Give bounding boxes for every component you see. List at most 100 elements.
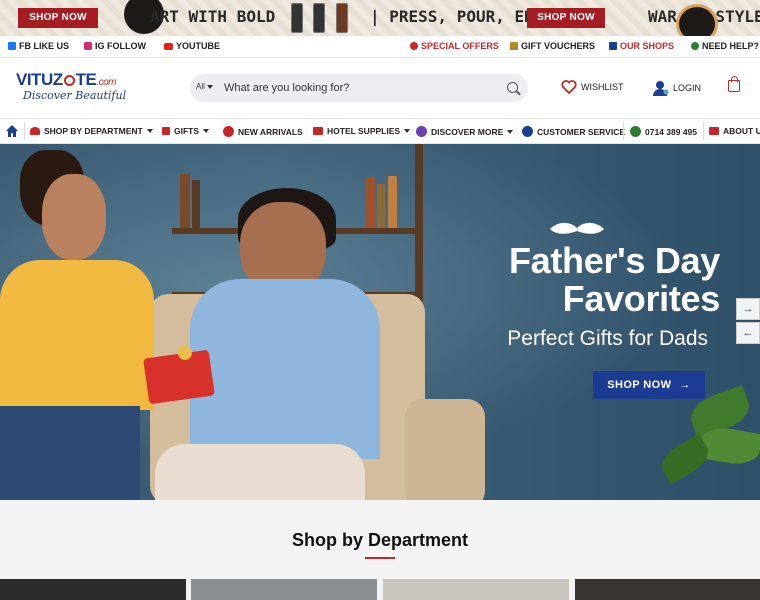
nav-about-us[interactable]: ABOUT U <box>709 126 760 136</box>
chevron-down-icon <box>146 129 153 133</box>
carousel-prev-button[interactable]: ← <box>736 322 760 344</box>
special-offers-link[interactable]: SPECIAL OFFERS <box>410 41 499 51</box>
son-jeans <box>0 406 140 500</box>
search-category-select[interactable]: All <box>196 82 214 91</box>
promo-banner[interactable]: SHOP NOW ART WITH BOLD | PRESS, POUR, EN… <box>0 0 760 36</box>
youtube-icon <box>164 42 173 50</box>
nav-discover-more[interactable]: DISCOVER MORE <box>416 126 514 137</box>
nav-divider <box>24 122 25 140</box>
arrow-right-icon: → <box>679 379 691 391</box>
search-bar: All <box>190 74 528 102</box>
book-image <box>388 176 397 228</box>
top-utility-bar: FB LIKE US IG FOLLOW YOUTUBE SPECIAL OFF… <box>0 36 760 58</box>
french-press-image <box>291 3 303 33</box>
nav-new-arrivals[interactable]: NEW ARRIVALS <box>223 126 303 137</box>
login-label: LOGIN <box>673 83 702 93</box>
logo-tagline: Discover Beautiful <box>23 89 127 102</box>
hero-title: Father's Day Favorites <box>508 240 720 319</box>
chevron-down-icon <box>404 129 411 133</box>
gift-icon <box>510 42 518 50</box>
headset-icon <box>522 126 533 137</box>
french-press-image <box>313 3 325 33</box>
our-shops-label: OUR SHOPS <box>620 41 675 51</box>
gift-icon <box>162 127 170 135</box>
need-help-link[interactable]: NEED HELP? <box>691 41 759 51</box>
info-icon <box>709 127 719 135</box>
instagram-icon <box>84 42 92 50</box>
mug-image <box>676 4 718 36</box>
phone-icon <box>630 126 641 137</box>
department-tile[interactable] <box>0 579 186 600</box>
hero-cta-label: SHOP NOW <box>607 379 672 391</box>
nav-divider <box>703 122 704 140</box>
father-shirt <box>190 279 380 459</box>
facebook-icon <box>8 42 16 50</box>
help-icon <box>691 42 699 50</box>
promo-shop-now-button-1[interactable]: SHOP NOW <box>18 8 98 28</box>
son-face <box>42 174 106 260</box>
father-trousers <box>155 444 365 500</box>
book-image <box>365 178 375 228</box>
cup-icon <box>313 127 323 135</box>
department-tile[interactable] <box>575 579 760 600</box>
shop-by-department-section: Shop by Department <box>0 500 760 600</box>
french-press-image <box>336 3 348 33</box>
heart-icon <box>561 80 577 94</box>
new-badge-icon <box>223 126 234 137</box>
site-header: VITUZTE.com Discover Beautiful All WISHL… <box>0 58 760 118</box>
hero-shop-now-button[interactable]: SHOP NOW → <box>593 371 705 399</box>
gift-ribbon-image <box>178 346 192 360</box>
youtube-link[interactable]: YOUTUBE <box>164 41 220 51</box>
user-icon <box>653 81 669 96</box>
book-image <box>180 174 190 228</box>
nav-gifts[interactable]: GIFTS <box>162 126 210 136</box>
promo-text-1: ART WITH BOLD <box>150 7 276 26</box>
logo-wordmark: VITUZ TE.com <box>16 70 117 89</box>
nav-divider <box>623 122 624 140</box>
book-image <box>377 184 385 228</box>
nav-shop-by-department[interactable]: SHOP BY DEPARTMENT <box>30 126 153 136</box>
our-shops-link[interactable]: OUR SHOPS <box>609 41 674 51</box>
wishlist-label: WISHLIST <box>581 82 624 92</box>
special-offers-label: SPECIAL OFFERS <box>421 41 499 51</box>
main-nav: SHOP BY DEPARTMENT GIFTS NEW ARRIVALS HO… <box>0 118 760 144</box>
facebook-link[interactable]: FB LIKE US <box>8 41 69 51</box>
need-help-label: NEED HELP? <box>702 41 760 51</box>
search-icon[interactable] <box>507 82 518 93</box>
wishlist-link[interactable]: WISHLIST <box>561 80 624 94</box>
site-logo[interactable]: VITUZ TE.com Discover Beautiful <box>16 70 126 102</box>
shop-icon <box>609 42 617 50</box>
sofa-image <box>405 399 485 500</box>
gift-vouchers-label: GIFT VOUCHERS <box>521 41 596 51</box>
book-image <box>192 180 200 228</box>
hero-banner[interactable]: Father's Day Favorites Perfect Gifts for… <box>0 144 760 500</box>
promo-shop-now-button-2[interactable]: SHOP NOW <box>527 8 605 28</box>
department-icon <box>30 127 40 135</box>
chevron-down-icon <box>203 129 210 133</box>
mustache-icon <box>550 222 604 234</box>
home-icon[interactable] <box>6 125 18 137</box>
logo-o-icon <box>63 75 75 86</box>
title-underline <box>365 557 395 559</box>
nav-phone[interactable]: 0714 389 495 <box>630 126 697 137</box>
chevron-down-icon <box>507 129 514 134</box>
facebook-label: FB LIKE US <box>19 41 70 51</box>
section-title: Shop by Department <box>291 530 469 550</box>
arrow-circle-icon <box>416 126 427 137</box>
nav-hotel-supplies[interactable]: HOTEL SUPPLIES <box>313 126 411 136</box>
chevron-down-icon <box>207 85 214 89</box>
search-input[interactable] <box>224 74 484 102</box>
offer-icon <box>410 42 418 50</box>
cart-icon[interactable] <box>728 76 740 92</box>
gift-vouchers-link[interactable]: GIFT VOUCHERS <box>510 41 595 51</box>
instagram-link[interactable]: IG FOLLOW <box>84 41 146 51</box>
son-shirt <box>0 260 154 410</box>
department-tile[interactable] <box>383 579 569 600</box>
carousel-next-button[interactable]: → <box>736 298 760 320</box>
department-tile[interactable] <box>191 579 377 600</box>
hero-subtitle: Perfect Gifts for Dads <box>507 327 708 350</box>
login-link[interactable]: LOGIN <box>653 80 701 96</box>
youtube-label: YOUTUBE <box>176 41 221 51</box>
nav-customer-service[interactable]: CUSTOMER SERVICE <box>522 126 625 137</box>
instagram-label: IG FOLLOW <box>95 41 146 51</box>
